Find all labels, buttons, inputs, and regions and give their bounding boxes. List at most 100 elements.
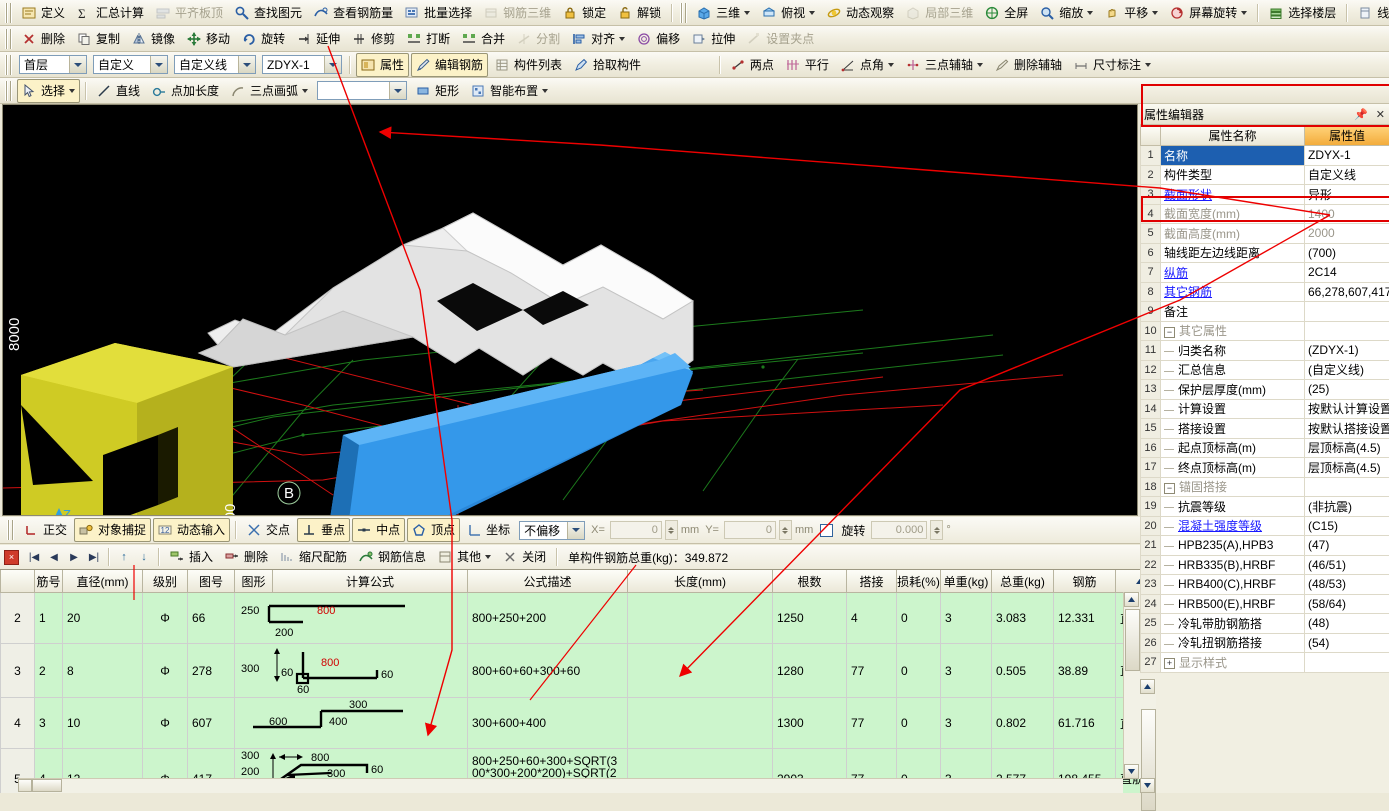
构件列表-button[interactable]: 构件列表 — [490, 53, 567, 77]
对象捕捉-button[interactable]: 对象捕捉 — [74, 518, 151, 542]
cell-desc[interactable] — [628, 644, 773, 698]
chevron-down-icon[interactable] — [542, 89, 548, 93]
cell-length[interactable]: 1250 — [773, 593, 847, 644]
chevron-down-icon[interactable] — [389, 82, 406, 99]
col-header-计算公式[interactable]: 计算公式 — [273, 570, 468, 593]
cell-count[interactable]: 4 — [847, 593, 897, 644]
合并-button[interactable]: 合并 — [457, 27, 510, 51]
对齐-button[interactable]: 对齐 — [567, 27, 630, 51]
move-down-button[interactable]: ↓ — [135, 548, 153, 566]
cell-tuhao[interactable]: 66 — [188, 593, 235, 644]
property-value[interactable] — [1305, 477, 1389, 497]
toolbar-grip[interactable] — [5, 81, 13, 101]
property-row[interactable]: 6轴线距左边线距离(700) — [1141, 243, 1389, 263]
toolbar-grip[interactable] — [5, 55, 13, 75]
property-value[interactable]: (48/53) — [1305, 575, 1389, 595]
chevron-down-icon[interactable] — [150, 56, 167, 73]
property-row[interactable]: 10−其它属性 — [1141, 321, 1389, 341]
点角-button[interactable]: 点角 — [836, 53, 899, 77]
chevron-down-icon[interactable] — [809, 11, 815, 15]
cell-formula[interactable]: 300+600+400 — [468, 698, 628, 749]
floor-select[interactable]: 首层 — [19, 55, 87, 74]
cell-unit-weight[interactable]: 3.083 — [992, 593, 1054, 644]
col-header-损耗[interactable]: 损耗(%) — [897, 570, 941, 593]
table-hscrollbar[interactable] — [18, 778, 1123, 793]
property-value[interactable]: (25) — [1305, 380, 1389, 400]
动态输入-button[interactable]: 12动态输入 — [153, 518, 230, 542]
rotate-input[interactable]: 0.000 — [871, 521, 927, 539]
property-row[interactable]: 8其它钢筋66,278,607,417 — [1141, 282, 1389, 302]
scroll-corner[interactable] — [1116, 570, 1141, 593]
chevron-down-icon[interactable] — [324, 56, 341, 73]
cell-lap[interactable]: 0 — [897, 698, 941, 749]
删除-button[interactable]: 删除 — [220, 545, 273, 569]
两点-button[interactable]: 两点 — [726, 53, 779, 77]
col-header-总重kg[interactable]: 总重(kg) — [992, 570, 1054, 593]
col-header-筋号[interactable]: 筋号 — [35, 570, 63, 593]
cell-lap[interactable]: 0 — [897, 644, 941, 698]
cell-tuhao[interactable]: 278 — [188, 644, 235, 698]
cell-grade[interactable]: Φ — [143, 593, 188, 644]
锁定-button[interactable]: 锁定 — [558, 1, 611, 25]
交点-button[interactable]: 交点 — [242, 518, 295, 542]
cell-length[interactable]: 1280 — [773, 644, 847, 698]
垂点-button[interactable]: 垂点 — [297, 518, 350, 542]
chevron-down-icon[interactable] — [744, 11, 750, 15]
property-row[interactable]: 26冷轧扭钢筋搭接(54) — [1141, 633, 1389, 653]
编辑钢筋-button[interactable]: 编辑钢筋 — [411, 53, 488, 77]
col-header-公式描述[interactable]: 公式描述 — [468, 570, 628, 593]
删除辅轴-button[interactable]: 删除辅轴 — [990, 53, 1067, 77]
property-value[interactable]: 按默认计算设置计 — [1305, 399, 1389, 419]
3d-viewport[interactable]: Z X Y — [2, 104, 1138, 516]
scroll-down-button[interactable] — [1140, 778, 1155, 793]
cell-shape[interactable]: 600 400 300 — [235, 698, 468, 749]
偏移-button[interactable]: 偏移 — [632, 27, 685, 51]
复制-button[interactable]: 复制 — [72, 27, 125, 51]
缩放-button[interactable]: 缩放 — [1035, 1, 1098, 25]
旋转-button[interactable]: 旋转 — [237, 27, 290, 51]
顶点-button[interactable]: 顶点 — [407, 518, 460, 542]
cell-total-weight[interactable]: 38.89 — [1054, 644, 1116, 698]
toolbar-grip[interactable] — [5, 3, 13, 23]
chevron-down-icon[interactable] — [1152, 11, 1158, 15]
chevron-down-icon[interactable] — [69, 56, 86, 73]
cell-shape[interactable]: 250 800 200 — [235, 593, 468, 644]
定义-button[interactable]: 定义 — [17, 1, 70, 25]
property-value[interactable]: (54) — [1305, 633, 1389, 653]
property-row[interactable]: 21HPB235(A),HPB3(47) — [1141, 536, 1389, 556]
选择楼层-button[interactable]: 选择楼层 — [1264, 1, 1341, 25]
first-record-button[interactable]: |◀ — [25, 548, 43, 566]
col-header-单重kg[interactable]: 单重(kg) — [941, 570, 992, 593]
cell-tuhao[interactable]: 607 — [188, 698, 235, 749]
property-row[interactable]: 5截面高度(mm)2000 — [1141, 224, 1389, 244]
scroll-left-button[interactable] — [18, 779, 32, 792]
cell-count[interactable]: 77 — [847, 644, 897, 698]
cell-formula[interactable]: 800+60+60+300+60 — [468, 644, 628, 698]
property-value[interactable]: (700) — [1305, 243, 1389, 263]
col-header-级别[interactable]: 级别 — [143, 570, 188, 593]
vscroll-thumb[interactable] — [1141, 709, 1156, 811]
toolbar-grip[interactable] — [5, 29, 13, 49]
col-header-图形[interactable]: 图形 — [235, 570, 273, 593]
解锁-button[interactable]: 解锁 — [613, 1, 666, 25]
线框-button[interactable]: 线框 — [1353, 1, 1389, 25]
三维-button[interactable]: 三维 — [692, 1, 755, 25]
last-record-button[interactable]: ▶| — [85, 548, 103, 566]
俯视-button[interactable]: 俯视 — [757, 1, 820, 25]
cell-shape[interactable]: 300 60 800 60 60 — [235, 644, 468, 698]
property-row[interactable]: 12汇总信息(自定义线) — [1141, 360, 1389, 380]
平移-button[interactable]: 平移 — [1100, 1, 1163, 25]
property-value[interactable]: (非抗震) — [1305, 497, 1389, 517]
y-input[interactable]: 0 — [724, 521, 776, 539]
打断-button[interactable]: 打断 — [402, 27, 455, 51]
修剪-button[interactable]: 修剪 — [347, 27, 400, 51]
cell-unit-weight[interactable]: 0.802 — [992, 698, 1054, 749]
expander-icon[interactable]: − — [1164, 327, 1175, 338]
property-value[interactable]: (47) — [1305, 536, 1389, 556]
property-value[interactable]: (46/51) — [1305, 555, 1389, 575]
cell-diameter[interactable]: 8 — [63, 644, 143, 698]
next-record-button[interactable]: ▶ — [65, 548, 83, 566]
直线-button[interactable]: 直线 — [92, 79, 145, 103]
property-row[interactable]: 4截面宽度(mm)1400 — [1141, 204, 1389, 224]
cell-grade[interactable]: Φ — [143, 644, 188, 698]
